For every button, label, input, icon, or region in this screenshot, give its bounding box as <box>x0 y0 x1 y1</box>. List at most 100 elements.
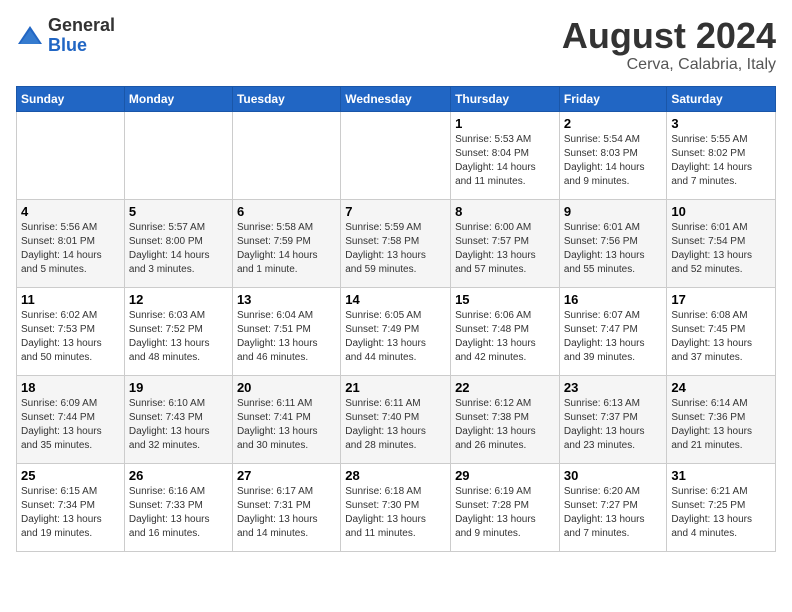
calendar-cell: 14Sunrise: 6:05 AM Sunset: 7:49 PM Dayli… <box>341 287 451 375</box>
day-number: 23 <box>564 380 663 395</box>
day-number: 5 <box>129 204 228 219</box>
day-number: 6 <box>237 204 336 219</box>
logo: General Blue <box>16 16 115 56</box>
logo-icon <box>16 22 44 50</box>
calendar-cell: 15 Sunrise: 6:06 AM Sunset: 7:48 PM Dayli… <box>451 287 560 375</box>
day-info: Sunrise: 5:58 AM Sunset: 7:59 PM Dayligh… <box>237 221 336 277</box>
calendar-cell: 5Sunrise: 5:57 AM Sunset: 8:00 PM Daylig… <box>124 199 232 287</box>
calendar-cell: 29 Sunrise: 6:19 AM Sunset: 7:28 PM Dayli… <box>451 463 560 551</box>
day-number: 15 <box>455 292 555 307</box>
day-number: 21 <box>345 380 446 395</box>
day-number: 9 <box>564 204 663 219</box>
day-info: Sunrise: 5:59 AM Sunset: 7:58 PM Dayligh… <box>345 221 446 277</box>
calendar-cell: 12 Sunrise: 6:03 AM Sunset: 7:52 PM Dayli… <box>124 287 232 375</box>
weekday-header-saturday: Saturday <box>667 86 776 111</box>
calendar-cell: 27 Sunrise: 6:17 AM Sunset: 7:31 PM Dayli… <box>232 463 340 551</box>
calendar-cell: 23 Sunrise: 6:13 AM Sunset: 7:37 PM Dayli… <box>559 375 667 463</box>
calendar-cell: 28 Sunrise: 6:18 AM Sunset: 7:30 PM Dayli… <box>341 463 451 551</box>
calendar-cell <box>232 111 340 199</box>
day-number: 24 <box>671 380 771 395</box>
calendar-cell: 18 Sunrise: 6:09 AM Sunset: 7:44 PM Dayli… <box>17 375 125 463</box>
day-number: 8 <box>455 204 555 219</box>
day-number: 11 <box>21 292 120 307</box>
day-info: Sunrise: 6:17 AM Sunset: 7:31 PM Dayligh… <box>237 485 336 541</box>
logo-text: General Blue <box>48 16 115 56</box>
day-info: Sunrise: 5:53 AM Sunset: 8:04 PM Dayligh… <box>455 133 555 189</box>
calendar-cell: 19 Sunrise: 6:10 AM Sunset: 7:43 PM Dayli… <box>124 375 232 463</box>
day-info: Sunrise: 5:56 AM Sunset: 8:01 PM Dayligh… <box>21 221 120 277</box>
day-info: Sunrise: 6:02 AM Sunset: 7:53 PM Dayligh… <box>21 309 120 365</box>
calendar-cell: 17 Sunrise: 6:08 AM Sunset: 7:45 PM Dayli… <box>667 287 776 375</box>
day-number: 10 <box>671 204 771 219</box>
day-number: 7 <box>345 204 446 219</box>
day-info: Sunrise: 6:05 AM Sunset: 7:49 PM Dayligh… <box>345 309 446 365</box>
calendar-cell: 30 Sunrise: 6:20 AM Sunset: 7:27 PM Dayli… <box>559 463 667 551</box>
day-number: 17 <box>671 292 771 307</box>
calendar-cell: 7 Sunrise: 5:59 AM Sunset: 7:58 PM Daylig… <box>341 199 451 287</box>
calendar-cell: 31 Sunrise: 6:21 AM Sunset: 7:25 PM Dayli… <box>667 463 776 551</box>
day-number: 26 <box>129 468 228 483</box>
day-number: 31 <box>671 468 771 483</box>
logo-general-text: General <box>48 16 115 36</box>
day-number: 18 <box>21 380 120 395</box>
day-info: Sunrise: 6:16 AM Sunset: 7:33 PM Dayligh… <box>129 485 228 541</box>
calendar-cell: 11 Sunrise: 6:02 AM Sunset: 7:53 PM Dayli… <box>17 287 125 375</box>
day-number: 25 <box>21 468 120 483</box>
weekday-header-tuesday: Tuesday <box>232 86 340 111</box>
day-info: Sunrise: 6:20 AM Sunset: 7:27 PM Dayligh… <box>564 485 663 541</box>
location-subtitle: Cerva, Calabria, Italy <box>562 56 776 74</box>
day-number: 27 <box>237 468 336 483</box>
day-info: Sunrise: 6:19 AM Sunset: 7:28 PM Dayligh… <box>455 485 555 541</box>
day-info: Sunrise: 5:55 AM Sunset: 8:02 PM Dayligh… <box>671 133 771 189</box>
day-info: Sunrise: 6:11 AM Sunset: 7:40 PM Dayligh… <box>345 397 446 453</box>
day-number: 3 <box>671 116 771 131</box>
weekday-header-row: SundayMondayTuesdayWednesdayThursdayFrid… <box>17 86 776 111</box>
calendar-cell: 25 Sunrise: 6:15 AM Sunset: 7:34 PM Dayli… <box>17 463 125 551</box>
day-number: 28 <box>345 468 446 483</box>
weekday-header-monday: Monday <box>124 86 232 111</box>
day-info: Sunrise: 6:15 AM Sunset: 7:34 PM Dayligh… <box>21 485 120 541</box>
calendar-cell: 22Sunrise: 6:12 AM Sunset: 7:38 PM Dayli… <box>451 375 560 463</box>
day-info: Sunrise: 6:06 AM Sunset: 7:48 PM Dayligh… <box>455 309 555 365</box>
day-info: Sunrise: 6:13 AM Sunset: 7:37 PM Dayligh… <box>564 397 663 453</box>
calendar-cell: 9Sunrise: 6:01 AM Sunset: 7:56 PM Daylig… <box>559 199 667 287</box>
day-number: 16 <box>564 292 663 307</box>
logo-blue-text: Blue <box>48 36 115 56</box>
day-info: Sunrise: 5:54 AM Sunset: 8:03 PM Dayligh… <box>564 133 663 189</box>
page-header: General Blue August 2024 Cerva, Calabria… <box>16 16 776 74</box>
calendar-cell: 10 Sunrise: 6:01 AM Sunset: 7:54 PM Dayli… <box>667 199 776 287</box>
calendar-cell: 16 Sunrise: 6:07 AM Sunset: 7:47 PM Dayli… <box>559 287 667 375</box>
calendar-cell: 8 Sunrise: 6:00 AM Sunset: 7:57 PM Daylig… <box>451 199 560 287</box>
day-number: 2 <box>564 116 663 131</box>
day-info: Sunrise: 6:07 AM Sunset: 7:47 PM Dayligh… <box>564 309 663 365</box>
day-info: Sunrise: 6:12 AM Sunset: 7:38 PM Dayligh… <box>455 397 555 453</box>
day-info: Sunrise: 6:11 AM Sunset: 7:41 PM Dayligh… <box>237 397 336 453</box>
day-info: Sunrise: 6:08 AM Sunset: 7:45 PM Dayligh… <box>671 309 771 365</box>
week-row-5: 25 Sunrise: 6:15 AM Sunset: 7:34 PM Dayli… <box>17 463 776 551</box>
week-row-4: 18 Sunrise: 6:09 AM Sunset: 7:44 PM Dayli… <box>17 375 776 463</box>
month-year-title: August 2024 <box>562 16 776 56</box>
day-info: Sunrise: 6:21 AM Sunset: 7:25 PM Dayligh… <box>671 485 771 541</box>
day-number: 30 <box>564 468 663 483</box>
day-info: Sunrise: 6:10 AM Sunset: 7:43 PM Dayligh… <box>129 397 228 453</box>
day-number: 29 <box>455 468 555 483</box>
day-number: 1 <box>455 116 555 131</box>
week-row-1: 1 Sunrise: 5:53 AM Sunset: 8:04 PM Daylig… <box>17 111 776 199</box>
day-info: Sunrise: 6:01 AM Sunset: 7:54 PM Dayligh… <box>671 221 771 277</box>
calendar-cell <box>341 111 451 199</box>
day-number: 13 <box>237 292 336 307</box>
day-info: Sunrise: 6:00 AM Sunset: 7:57 PM Dayligh… <box>455 221 555 277</box>
day-number: 19 <box>129 380 228 395</box>
day-info: Sunrise: 6:03 AM Sunset: 7:52 PM Dayligh… <box>129 309 228 365</box>
day-info: Sunrise: 6:04 AM Sunset: 7:51 PM Dayligh… <box>237 309 336 365</box>
day-info: Sunrise: 6:18 AM Sunset: 7:30 PM Dayligh… <box>345 485 446 541</box>
calendar-cell: 26 Sunrise: 6:16 AM Sunset: 7:33 PM Dayli… <box>124 463 232 551</box>
calendar-cell: 2 Sunrise: 5:54 AM Sunset: 8:03 PM Daylig… <box>559 111 667 199</box>
calendar-cell <box>17 111 125 199</box>
day-info: Sunrise: 6:14 AM Sunset: 7:36 PM Dayligh… <box>671 397 771 453</box>
day-info: Sunrise: 6:09 AM Sunset: 7:44 PM Dayligh… <box>21 397 120 453</box>
title-block: August 2024 Cerva, Calabria, Italy <box>562 16 776 74</box>
day-number: 12 <box>129 292 228 307</box>
weekday-header-friday: Friday <box>559 86 667 111</box>
day-number: 4 <box>21 204 120 219</box>
